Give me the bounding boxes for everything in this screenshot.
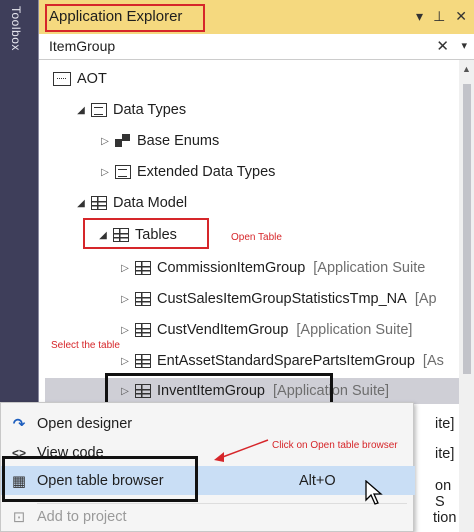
- clear-search-icon[interactable]: ✕: [436, 37, 449, 55]
- collapsed-arrow-icon[interactable]: ▷: [99, 167, 111, 178]
- open-table-browser-annotation-box: [2, 456, 198, 502]
- table-item[interactable]: ▷ CustSalesItemGroupStatisticsTmp_NA [Ap: [119, 286, 437, 312]
- table-item[interactable]: ▷ EntAssetStandardSparePartsItemGroup [A…: [119, 348, 444, 374]
- tree-node-label: Base Enums: [137, 133, 220, 149]
- table-icon: [135, 261, 151, 275]
- menu-item-shortcut: Alt+O: [299, 472, 336, 489]
- table-name: CustSalesItemGroupStatisticsTmp_NA: [157, 291, 407, 307]
- scrollbar-thumb[interactable]: [463, 84, 471, 374]
- pin-icon[interactable]: ⊥: [433, 8, 445, 25]
- menu-item-add-to-project[interactable]: ⊡ Add to project: [1, 502, 415, 531]
- expanded-arrow-icon[interactable]: ◢: [75, 105, 87, 116]
- tree-node-label: AOT: [77, 71, 107, 87]
- table-model: [As: [422, 353, 444, 369]
- aot-icon: [53, 72, 71, 86]
- table-name: EntAssetStandardSparePartsItemGroup: [157, 353, 415, 369]
- collapsed-arrow-icon[interactable]: ▷: [99, 136, 111, 147]
- tree-node-label: Data Types: [113, 102, 187, 118]
- extended-data-types-icon: [115, 165, 131, 179]
- tree-node-extended-data-types[interactable]: ▷ Extended Data Types: [99, 159, 275, 185]
- table-icon: [135, 323, 151, 337]
- collapsed-arrow-icon[interactable]: ▷: [119, 263, 131, 274]
- mouse-cursor-icon: [365, 480, 383, 505]
- expanded-arrow-icon[interactable]: ◢: [75, 198, 87, 209]
- close-icon[interactable]: ✕: [455, 8, 467, 25]
- base-enums-icon: [115, 134, 131, 148]
- search-bar: ItemGroup ✕ ▾: [39, 34, 474, 60]
- toolbox-label[interactable]: Toolbox: [9, 6, 23, 51]
- annotation-click-browser: Click on Open table browser: [272, 440, 398, 451]
- partial-row-text: ite]: [435, 416, 455, 432]
- table-model: [Ap: [414, 291, 437, 307]
- menu-item-open-designer[interactable]: ↷ Open designer: [1, 409, 415, 438]
- tree-node-aot[interactable]: AOT: [53, 66, 107, 92]
- pane-titlebar: Application Explorer ▾ ⊥ ✕: [39, 0, 474, 34]
- title-icons: ▾ ⊥ ✕: [416, 8, 467, 25]
- partial-row-text: on S: [435, 478, 452, 510]
- data-types-icon: [91, 103, 107, 117]
- annotation-open-table: Open Table: [231, 232, 282, 243]
- menu-item-label: Open designer: [37, 415, 133, 432]
- collapsed-arrow-icon[interactable]: ▷: [119, 325, 131, 336]
- partial-row-text: ite]: [435, 446, 455, 462]
- collapsed-arrow-icon[interactable]: ▷: [119, 356, 131, 367]
- tree-node-data-types[interactable]: ◢ Data Types: [75, 97, 186, 123]
- partial-row-text: tion: [433, 510, 457, 526]
- vertical-scrollbar[interactable]: ▲: [459, 60, 474, 532]
- open-designer-icon: ↷: [12, 415, 26, 433]
- table-icon: [135, 292, 151, 306]
- table-icon: [135, 354, 151, 368]
- table-item[interactable]: ▷ CommissionItemGroup [Application Suite: [119, 255, 425, 281]
- table-model: [Application Suite: [313, 260, 426, 276]
- tree-node-label: Data Model: [113, 195, 188, 211]
- menu-item-label: Add to project: [37, 508, 127, 525]
- annotation-select-table: Select the table: [51, 340, 120, 351]
- title-annotation-box: [45, 4, 205, 32]
- data-model-icon: [91, 196, 107, 210]
- tree-node-base-enums[interactable]: ▷ Base Enums: [99, 128, 219, 154]
- tables-annotation-box: [83, 218, 209, 249]
- search-dropdown-icon[interactable]: ▾: [461, 39, 467, 52]
- add-to-project-icon: ⊡: [12, 508, 26, 526]
- tree-node-label: Extended Data Types: [137, 164, 276, 180]
- table-name: CommissionItemGroup: [157, 260, 306, 276]
- table-name: CustVendItemGroup: [157, 322, 289, 338]
- table-item[interactable]: ▷ CustVendItemGroup [Application Suite]: [119, 317, 412, 343]
- search-input[interactable]: ItemGroup: [49, 38, 115, 54]
- table-model: [Application Suite]: [296, 322, 413, 338]
- tree-node-data-model[interactable]: ◢ Data Model: [75, 190, 187, 216]
- collapsed-arrow-icon[interactable]: ▷: [119, 294, 131, 305]
- window-position-dropdown-icon[interactable]: ▾: [416, 8, 423, 25]
- scroll-up-arrow-icon[interactable]: ▲: [462, 64, 471, 74]
- annotation-arrow: [214, 439, 269, 462]
